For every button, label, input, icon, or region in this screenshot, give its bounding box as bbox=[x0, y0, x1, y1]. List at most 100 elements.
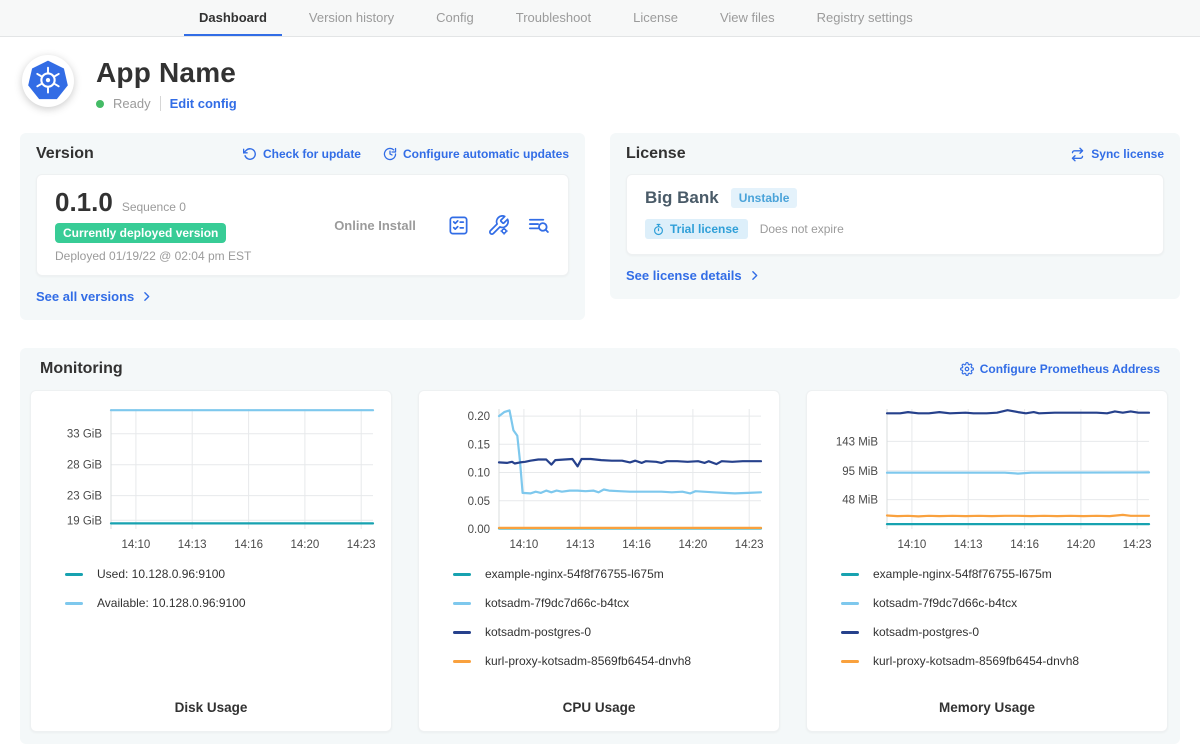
divider bbox=[160, 96, 161, 111]
svg-text:14:13: 14:13 bbox=[178, 539, 207, 551]
legend-label-postgres: kotsadm-postgres-0 bbox=[485, 625, 591, 639]
tab-version-history[interactable]: Version history bbox=[294, 0, 409, 36]
svg-text:0.10: 0.10 bbox=[468, 468, 490, 480]
svg-text:28 GiB: 28 GiB bbox=[67, 460, 102, 472]
memory-usage-card: 143 MiB95 MiB48 MiB14:1014:1314:1614:201… bbox=[806, 390, 1168, 732]
legend-item: kurl-proxy-kotsadm-8569fb6454-dnvh8 bbox=[841, 654, 1151, 668]
trial-license-badge: Trial license bbox=[645, 219, 748, 239]
sync-license-label: Sync license bbox=[1091, 147, 1164, 161]
svg-text:14:20: 14:20 bbox=[679, 539, 708, 551]
tab-license[interactable]: License bbox=[618, 0, 693, 36]
svg-text:14:23: 14:23 bbox=[735, 539, 764, 551]
stopwatch-icon bbox=[652, 223, 665, 236]
tab-config[interactable]: Config bbox=[421, 0, 489, 36]
monitoring-panel: Monitoring Configure Prometheus Address … bbox=[20, 348, 1180, 744]
legend-swatch-kurl-proxy bbox=[453, 660, 471, 663]
view-logs-icon[interactable] bbox=[527, 214, 550, 237]
legend-label-kotsadm: kotsadm-7f9dc7d66c-b4tcx bbox=[485, 596, 629, 610]
legend-swatch-nginx bbox=[841, 573, 859, 576]
tab-dashboard[interactable]: Dashboard bbox=[184, 0, 282, 36]
chevron-right-icon bbox=[140, 290, 153, 303]
kubernetes-icon bbox=[25, 58, 71, 104]
legend-label-nginx: example-nginx-54f8f76755-l675m bbox=[873, 567, 1052, 581]
see-all-versions-link[interactable]: See all versions bbox=[36, 289, 153, 304]
see-license-details-label: See license details bbox=[626, 268, 742, 283]
tab-troubleshoot[interactable]: Troubleshoot bbox=[501, 0, 606, 36]
refresh-icon bbox=[243, 147, 257, 161]
svg-text:14:13: 14:13 bbox=[954, 539, 983, 551]
legend-label-kurl-proxy: kurl-proxy-kotsadm-8569fb6454-dnvh8 bbox=[873, 654, 1079, 668]
license-expiry: Does not expire bbox=[760, 222, 844, 236]
legend-swatch-available bbox=[65, 602, 83, 605]
configure-prometheus-button[interactable]: Configure Prometheus Address bbox=[960, 362, 1160, 376]
tab-view-files[interactable]: View files bbox=[705, 0, 790, 36]
memory-usage-title: Memory Usage bbox=[823, 686, 1151, 715]
legend-swatch-used bbox=[65, 573, 83, 576]
current-version-card: 0.1.0 Sequence 0 Currently deployed vers… bbox=[36, 174, 569, 276]
clock-refresh-icon bbox=[383, 147, 397, 161]
svg-text:0.05: 0.05 bbox=[468, 496, 490, 508]
svg-text:33 GiB: 33 GiB bbox=[67, 429, 102, 441]
legend-swatch-kotsadm bbox=[453, 602, 471, 605]
svg-text:19 GiB: 19 GiB bbox=[67, 515, 102, 527]
channel-badge: Unstable bbox=[731, 188, 798, 208]
gear-icon bbox=[960, 362, 974, 376]
svg-text:14:23: 14:23 bbox=[347, 539, 376, 551]
legend-item: Used: 10.128.0.96:9100 bbox=[65, 567, 375, 581]
disk-usage-card: 33 GiB28 GiB23 GiB19 GiB14:1014:1314:161… bbox=[30, 390, 392, 732]
svg-text:14:13: 14:13 bbox=[566, 539, 595, 551]
legend-item: kotsadm-postgres-0 bbox=[841, 625, 1151, 639]
version-panel: Version Check for update Configure autom… bbox=[20, 133, 585, 320]
chevron-right-icon bbox=[748, 269, 761, 282]
legend-swatch-kurl-proxy bbox=[841, 660, 859, 663]
svg-text:14:23: 14:23 bbox=[1123, 539, 1152, 551]
disk-usage-title: Disk Usage bbox=[47, 686, 375, 715]
configure-automatic-updates-label: Configure automatic updates bbox=[403, 147, 569, 161]
sync-arrows-icon bbox=[1070, 147, 1085, 162]
check-for-update-button[interactable]: Check for update bbox=[243, 147, 361, 161]
svg-text:0.15: 0.15 bbox=[468, 439, 490, 451]
svg-text:14:20: 14:20 bbox=[291, 539, 320, 551]
svg-text:14:16: 14:16 bbox=[622, 539, 651, 551]
ready-status-dot bbox=[96, 100, 104, 108]
top-nav: Dashboard Version history Config Trouble… bbox=[0, 0, 1200, 37]
svg-text:0.20: 0.20 bbox=[468, 411, 490, 423]
svg-text:48 MiB: 48 MiB bbox=[842, 495, 878, 507]
license-customer-name: Big Bank bbox=[645, 188, 719, 208]
legend-swatch-postgres bbox=[453, 631, 471, 634]
svg-text:14:16: 14:16 bbox=[234, 539, 263, 551]
svg-text:14:20: 14:20 bbox=[1067, 539, 1096, 551]
version-sequence: Sequence 0 bbox=[122, 200, 186, 214]
legend-label-nginx: example-nginx-54f8f76755-l675m bbox=[485, 567, 664, 581]
configure-automatic-updates-button[interactable]: Configure automatic updates bbox=[383, 147, 569, 161]
svg-text:95 MiB: 95 MiB bbox=[842, 466, 878, 478]
svg-text:14:16: 14:16 bbox=[1010, 539, 1039, 551]
preflight-checks-icon[interactable] bbox=[447, 214, 470, 237]
svg-text:0.00: 0.00 bbox=[468, 524, 490, 536]
edit-config-link[interactable]: Edit config bbox=[170, 96, 237, 111]
license-card: Big Bank Unstable Trial license Does not… bbox=[626, 174, 1164, 255]
legend-item: Available: 10.128.0.96:9100 bbox=[65, 596, 375, 610]
sync-license-button[interactable]: Sync license bbox=[1070, 147, 1164, 162]
legend-label-postgres: kotsadm-postgres-0 bbox=[873, 625, 979, 639]
trial-license-label: Trial license bbox=[670, 222, 739, 236]
legend-label-available: Available: 10.128.0.96:9100 bbox=[97, 596, 246, 610]
cpu-usage-chart: 0.200.150.100.050.0014:1014:1314:1614:20… bbox=[435, 403, 765, 553]
disk-usage-chart: 33 GiB28 GiB23 GiB19 GiB14:1014:1314:161… bbox=[47, 403, 377, 553]
app-logo bbox=[22, 55, 74, 107]
tab-registry-settings[interactable]: Registry settings bbox=[802, 0, 928, 36]
configure-prometheus-label: Configure Prometheus Address bbox=[980, 362, 1160, 376]
cpu-usage-title: CPU Usage bbox=[435, 686, 763, 715]
svg-text:143 MiB: 143 MiB bbox=[836, 436, 879, 448]
cpu-usage-card: 0.200.150.100.050.0014:1014:1314:1614:20… bbox=[418, 390, 780, 732]
check-for-update-label: Check for update bbox=[263, 147, 361, 161]
svg-text:23 GiB: 23 GiB bbox=[67, 491, 102, 503]
see-license-details-link[interactable]: See license details bbox=[626, 268, 761, 283]
app-header: App Name Ready Edit config bbox=[0, 37, 1200, 117]
memory-usage-chart: 143 MiB95 MiB48 MiB14:1014:1314:1614:201… bbox=[823, 403, 1153, 553]
legend-item: kotsadm-7f9dc7d66c-b4tcx bbox=[841, 596, 1151, 610]
monitoring-title: Monitoring bbox=[40, 360, 123, 378]
legend-swatch-nginx bbox=[453, 573, 471, 576]
legend-item: kurl-proxy-kotsadm-8569fb6454-dnvh8 bbox=[453, 654, 763, 668]
config-wrench-icon[interactable] bbox=[487, 214, 510, 237]
